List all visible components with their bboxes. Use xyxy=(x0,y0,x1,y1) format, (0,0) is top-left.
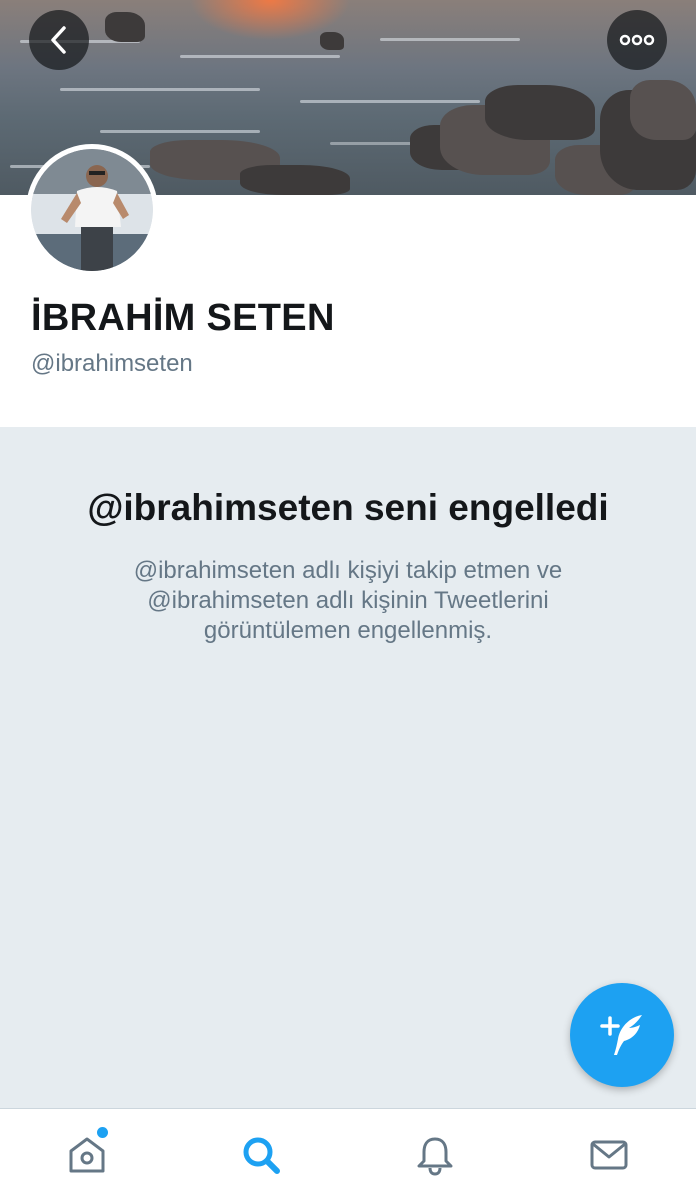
tab-home[interactable] xyxy=(0,1109,174,1201)
tab-notifications[interactable] xyxy=(348,1109,522,1201)
home-icon xyxy=(69,1137,105,1173)
more-horizontal-icon xyxy=(619,34,655,46)
profile-display-name: İBRAHİM SETEN xyxy=(31,297,335,339)
bottom-tab-bar xyxy=(0,1108,696,1201)
profile-handle: @ibrahimseten xyxy=(31,350,193,377)
more-options-button[interactable] xyxy=(607,10,667,70)
search-icon xyxy=(243,1137,280,1174)
home-notification-dot xyxy=(97,1127,108,1138)
blocked-notice-title: @ibrahimseten seni engelledi xyxy=(87,487,609,528)
compose-tweet-icon xyxy=(600,1015,642,1055)
back-button[interactable] xyxy=(29,10,89,70)
notifications-bell-icon xyxy=(417,1137,453,1176)
avatar-photo xyxy=(31,149,153,271)
tab-search[interactable] xyxy=(174,1109,348,1201)
chevron-left-icon xyxy=(51,26,66,54)
compose-tweet-button[interactable] xyxy=(570,983,674,1087)
messages-envelope-icon xyxy=(590,1140,628,1170)
tab-messages[interactable] xyxy=(522,1109,696,1201)
blocked-notice-message: @ibrahimseten adlı kişiyi takip etmen ve… xyxy=(133,557,563,644)
avatar[interactable] xyxy=(26,144,158,276)
